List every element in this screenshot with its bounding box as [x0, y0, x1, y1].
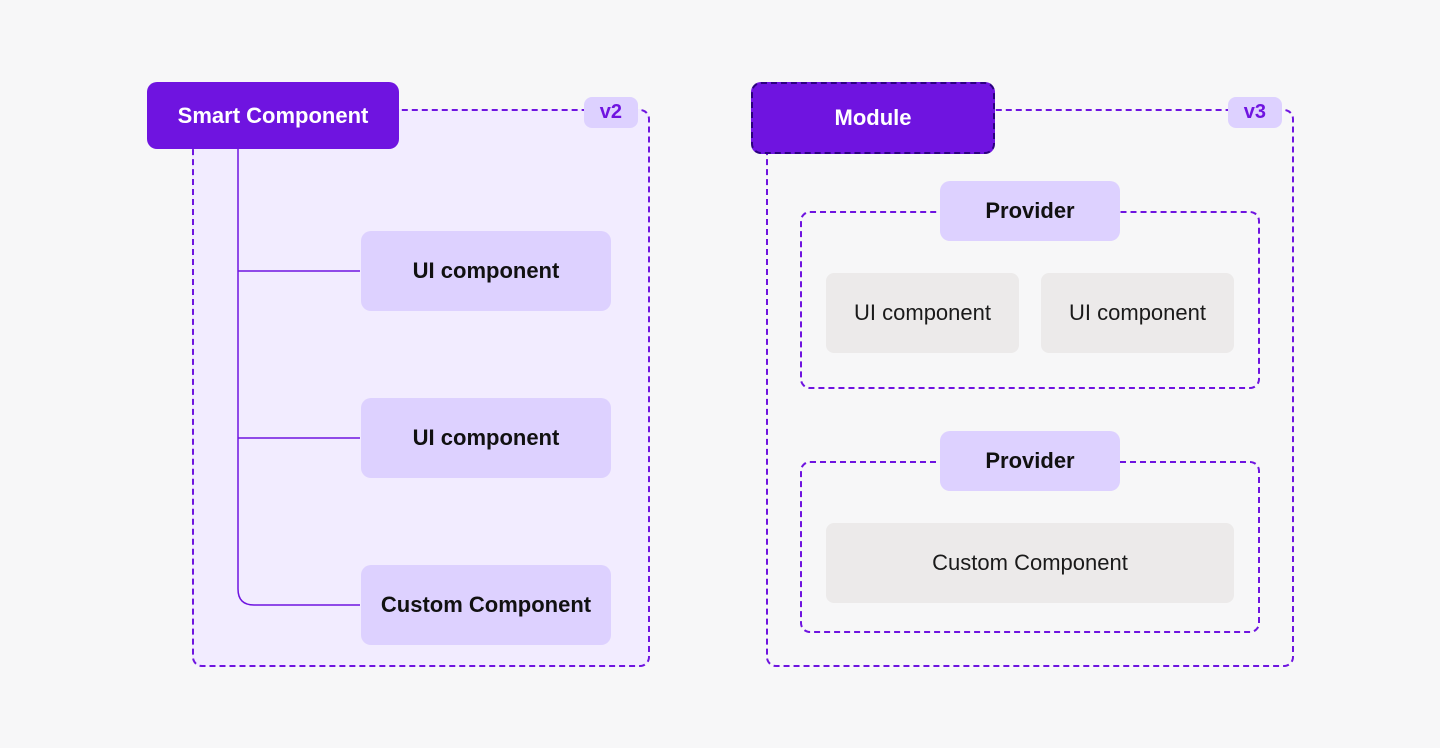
- provider-group-2: Provider Custom Component: [800, 461, 1260, 633]
- ui-component-box-2: UI component: [361, 398, 611, 478]
- v3-container: v3 Provider UI component UI component Pr…: [766, 109, 1294, 667]
- custom-component-box-right: Custom Component: [826, 523, 1234, 603]
- v2-version-badge: v2: [584, 97, 638, 128]
- provider-label-2: Provider: [940, 431, 1120, 491]
- tree-connectors: [238, 149, 438, 619]
- custom-component-box-left: Custom Component: [361, 565, 611, 645]
- module-box: Module: [751, 82, 995, 154]
- v3-version-badge: v3: [1228, 97, 1282, 128]
- ui-component-box-1: UI component: [361, 231, 611, 311]
- smart-component-box: Smart Component: [147, 82, 399, 149]
- provider-label-1: Provider: [940, 181, 1120, 241]
- ui-component-box-r2: UI component: [1041, 273, 1234, 353]
- provider-group-1: Provider UI component UI component: [800, 211, 1260, 389]
- ui-component-box-r1: UI component: [826, 273, 1019, 353]
- diagram-canvas: v2 Smart Component UI component UI compo…: [0, 0, 1440, 748]
